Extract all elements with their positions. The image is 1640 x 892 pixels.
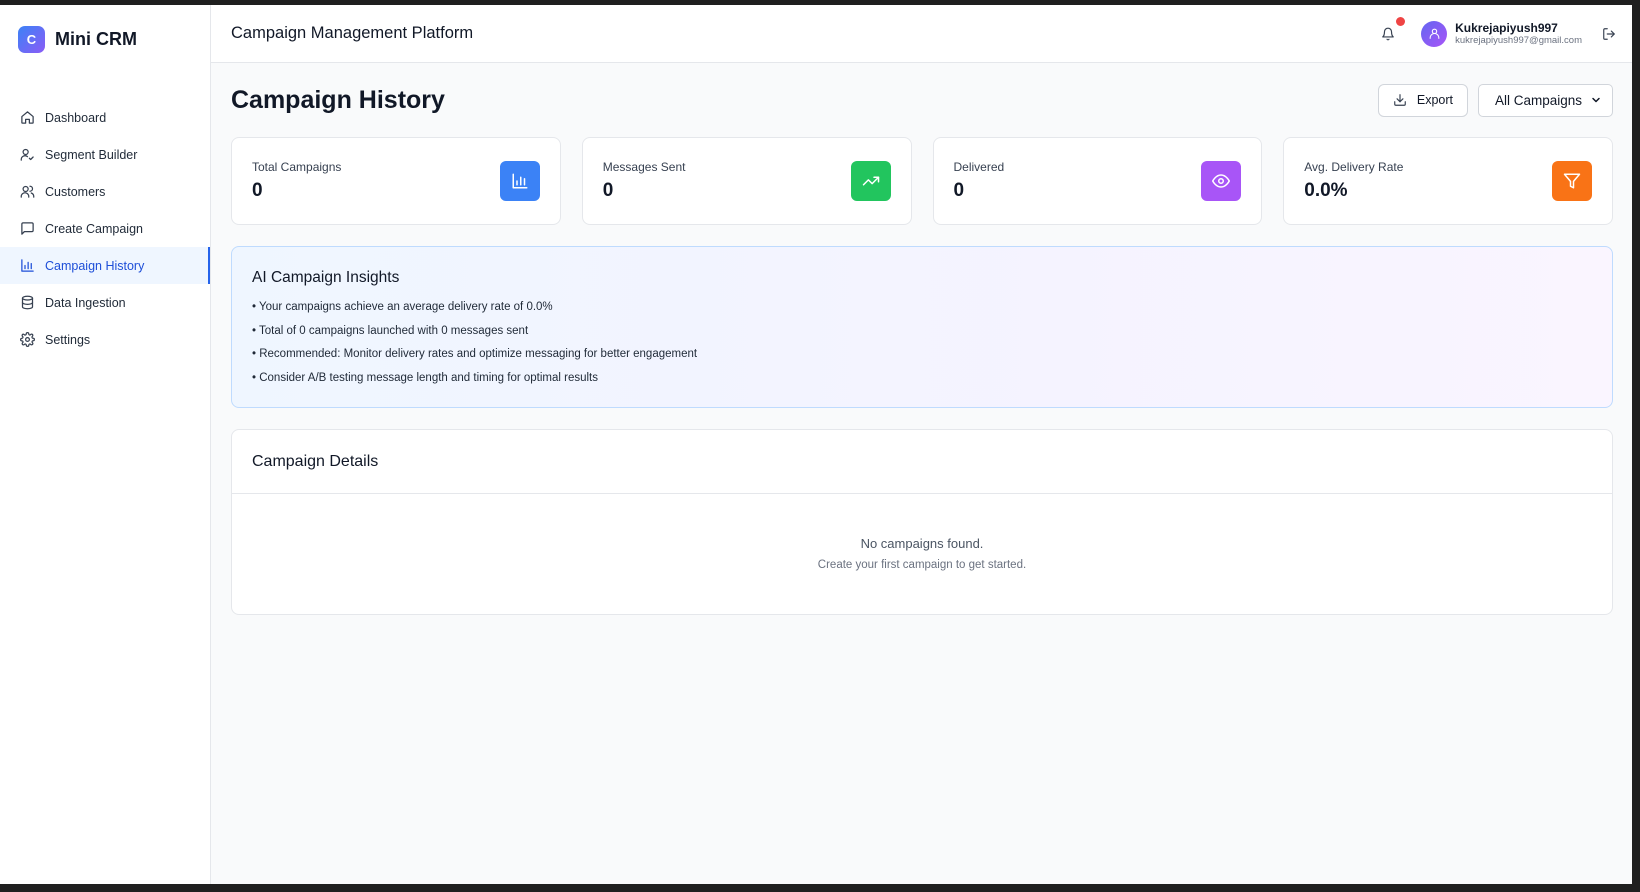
header-user-area: Kukrejapiyush997 kukrejapiyush997@gmail.…	[1377, 16, 1618, 47]
users-icon	[18, 183, 36, 201]
sidebar-item-label: Create Campaign	[45, 221, 143, 236]
bell-icon	[1382, 27, 1394, 40]
header-title: Campaign Management Platform	[231, 24, 474, 42]
sidebar-item-segment-builder[interactable]: Segment Builder	[0, 136, 210, 173]
export-label: Export	[1416, 93, 1453, 107]
stat-label: Delivered	[953, 160, 1005, 174]
gear-icon	[18, 331, 36, 349]
sidebar-nav: Dashboard Segment Builder Customers Crea…	[0, 99, 210, 358]
stat-label: Total Campaigns	[252, 160, 342, 174]
sidebar-item-campaign-history[interactable]: Campaign History	[0, 247, 210, 284]
bar-chart-icon	[18, 257, 36, 275]
page-title: Campaign History	[231, 85, 445, 114]
logout-icon	[1603, 27, 1615, 40]
campaign-filter-select[interactable]: All Campaigns	[1478, 83, 1613, 117]
sidebar-item-label: Dashboard	[45, 110, 107, 125]
insight-item: • Consider A/B testing message length an…	[252, 371, 599, 384]
sidebar-item-label: Campaign History	[45, 258, 145, 273]
stat-card-delivered: Delivered 0	[932, 137, 1263, 225]
user-name: Kukrejapiyush997	[1455, 20, 1558, 35]
brand-name: Mini CRM	[55, 28, 137, 49]
stat-card-avg-delivery-rate: Avg. Delivery Rate 0.0%	[1283, 137, 1613, 225]
bar-chart-icon	[499, 161, 540, 201]
sidebar-item-create-campaign[interactable]: Create Campaign	[0, 210, 210, 247]
user-info: Kukrejapiyush997 kukrejapiyush997@gmail.…	[1455, 21, 1582, 47]
download-icon	[1393, 93, 1407, 107]
sidebar-item-data-ingestion[interactable]: Data Ingestion	[0, 284, 210, 321]
stat-value: 0	[602, 180, 614, 201]
avatar[interactable]	[1421, 20, 1448, 47]
stat-card-messages-sent: Messages Sent 0	[581, 137, 912, 225]
sidebar: C Mini CRM Dashboard Segment Builder Cus…	[0, 5, 211, 884]
app-window: C Mini CRM Dashboard Segment Builder Cus…	[0, 5, 1632, 884]
empty-state-title: No campaigns found.	[860, 536, 984, 551]
sidebar-item-label: Data Ingestion	[45, 295, 126, 310]
sidebar-item-label: Customers	[45, 184, 106, 199]
stats-row: Total Campaigns 0 Messages Sent 0 Delive…	[231, 137, 1613, 225]
stat-card-total-campaigns: Total Campaigns 0	[231, 137, 561, 225]
insight-item: • Your campaigns achieve an average deli…	[252, 301, 553, 313]
user-icon	[1429, 28, 1439, 39]
insights-title: AI Campaign Insights	[252, 269, 400, 286]
user-email: kukrejapiyush997@gmail.com	[1455, 35, 1582, 46]
campaign-details-panel: Campaign Details No campaigns found. Cre…	[231, 429, 1613, 615]
trending-up-icon	[850, 161, 891, 201]
notification-dot	[1396, 16, 1406, 26]
logout-button[interactable]	[1600, 25, 1618, 43]
stat-label: Messages Sent	[602, 160, 686, 174]
notification-button[interactable]	[1377, 16, 1406, 45]
database-icon	[18, 294, 36, 312]
brand-logo: C	[18, 25, 45, 53]
message-square-icon	[18, 220, 36, 238]
sidebar-item-settings[interactable]: Settings	[0, 321, 210, 358]
stat-value: 0	[252, 180, 263, 201]
sidebar-item-label: Settings	[45, 332, 91, 347]
sidebar-item-customers[interactable]: Customers	[0, 173, 210, 210]
stat-value: 0	[953, 180, 965, 201]
top-header: Campaign Management Platform Kukrejapiyu…	[211, 5, 1632, 63]
home-icon	[18, 109, 36, 127]
user-check-icon	[18, 146, 36, 164]
title-row: Campaign History Export All Campaigns	[231, 63, 1613, 137]
export-button[interactable]: Export	[1377, 83, 1468, 117]
filter-icon	[1552, 161, 1592, 201]
eye-icon	[1201, 161, 1242, 201]
insight-item: • Recommended: Monitor delivery rates an…	[252, 348, 698, 360]
stat-value: 0.0%	[1304, 180, 1348, 201]
main-content: Campaign History Export All Campaigns To…	[231, 63, 1613, 615]
sidebar-item-label: Segment Builder	[45, 147, 138, 162]
brand[interactable]: C Mini CRM	[0, 5, 210, 73]
ai-insights-panel: AI Campaign Insights • Your campaigns ac…	[231, 246, 1613, 408]
insight-item: • Total of 0 campaigns launched with 0 m…	[252, 324, 529, 337]
sidebar-item-dashboard[interactable]: Dashboard	[0, 99, 210, 136]
empty-state-subtitle: Create your first campaign to get starte…	[817, 559, 1027, 571]
title-actions: Export All Campaigns	[1377, 83, 1613, 117]
chevron-down-icon	[1590, 94, 1602, 106]
empty-state: No campaigns found. Create your first ca…	[232, 494, 1612, 571]
stat-label: Avg. Delivery Rate	[1304, 160, 1404, 174]
campaign-filter-value: All Campaigns	[1495, 92, 1583, 108]
details-title: Campaign Details	[232, 430, 1612, 494]
